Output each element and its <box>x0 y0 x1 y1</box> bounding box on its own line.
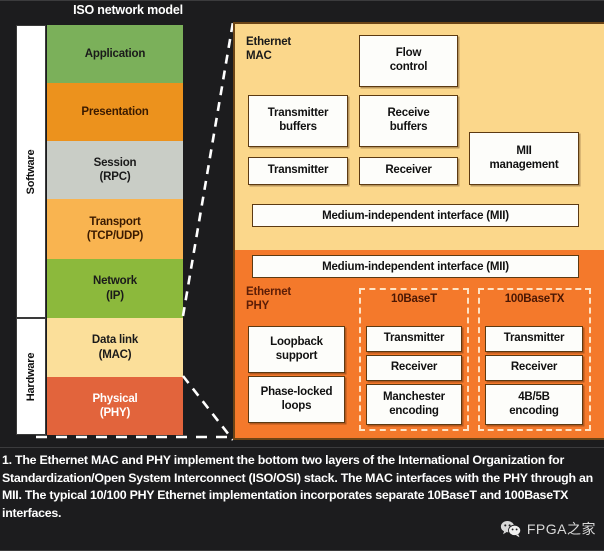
ethernet-phy-region: Medium-independent interface (MII) Ether… <box>233 250 604 440</box>
group-100basetx-title: 100BaseTX <box>504 293 565 305</box>
watermark: FPGA之家 <box>500 519 596 539</box>
block-receive-buffers[interactable]: Receive buffers <box>359 95 458 147</box>
iso-layer-label: Network (IP) <box>93 275 137 302</box>
block-mac-transmitter[interactable]: Transmitter <box>248 157 348 185</box>
ethernet-phy-label: Ethernet PHY <box>246 286 292 312</box>
block-10baset-receiver[interactable]: Receiver <box>366 355 462 381</box>
iso-layer-data-link[interactable]: Data link (MAC) <box>47 318 183 377</box>
iso-layer-list: Application Presentation Session (RPC) T… <box>47 25 183 435</box>
ethernet-mac-label: Ethernet MAC <box>246 36 292 62</box>
domain-label-hardware: Hardware <box>25 352 37 401</box>
mii-bar-mac[interactable]: Medium-independent interface (MII) <box>252 204 579 227</box>
iso-layer-session[interactable]: Session (RPC) <box>47 141 183 199</box>
mii-bar-phy[interactable]: Medium-independent interface (MII) <box>252 255 579 278</box>
block-transmitter-buffers[interactable]: Transmitter buffers <box>248 95 348 147</box>
iso-layer-label: Presentation <box>81 105 149 118</box>
caption-divider <box>0 447 604 448</box>
iso-layer-physical[interactable]: Physical (PHY) <box>47 377 183 435</box>
iso-layer-application[interactable]: Application <box>47 25 183 83</box>
group-10baset-title: 10BaseT <box>391 293 437 305</box>
iso-layer-label: Session (RPC) <box>93 156 137 183</box>
block-10baset-transmitter[interactable]: Transmitter <box>366 326 462 352</box>
wechat-icon <box>500 521 522 538</box>
domain-column-hardware: Hardware <box>16 318 46 435</box>
block-mac-receiver[interactable]: Receiver <box>359 157 458 185</box>
iso-layer-label: Data link (MAC) <box>91 334 139 361</box>
block-manchester-encoding[interactable]: Manchester encoding <box>366 384 462 425</box>
block-4b5b-encoding[interactable]: 4B/5B encoding <box>485 384 583 425</box>
frame-top-rule <box>0 0 604 1</box>
callout-line-upper <box>181 21 235 317</box>
iso-layer-presentation[interactable]: Presentation <box>47 83 183 141</box>
page-title: ISO network model <box>73 3 183 17</box>
block-phase-locked-loops[interactable]: Phase-locked loops <box>248 376 345 423</box>
ethernet-detail-panel: Ethernet MAC Flow control Transmitter bu… <box>233 22 604 440</box>
iso-layer-network[interactable]: Network (IP) <box>47 259 183 318</box>
block-100basetx-receiver[interactable]: Receiver <box>485 355 583 381</box>
domain-label-software: Software <box>25 149 37 194</box>
block-loopback-support[interactable]: Loopback support <box>248 326 345 373</box>
block-mii-management[interactable]: MII management <box>469 132 579 185</box>
block-100basetx-transmitter[interactable]: Transmitter <box>485 326 583 352</box>
iso-layer-transport[interactable]: Transport (TCP/UDP) <box>47 199 183 259</box>
iso-layer-label: Physical (PHY) <box>92 392 138 419</box>
iso-layer-label: Application <box>84 47 146 60</box>
figure-caption: 1. The Ethernet MAC and PHY implement th… <box>2 453 593 520</box>
block-flow-control[interactable]: Flow control <box>359 35 458 87</box>
watermark-text: FPGA之家 <box>526 521 596 537</box>
callout-line-lower <box>181 375 235 441</box>
domain-column-software: Software <box>16 25 46 318</box>
iso-layer-label: Transport (TCP/UDP) <box>86 215 144 242</box>
iso-network-model-stack: Software Hardware Application Presentati… <box>16 25 183 435</box>
ethernet-mac-phy-figure: ISO network model Software Hardware Appl… <box>0 0 604 551</box>
ethernet-mac-region: Ethernet MAC Flow control Transmitter bu… <box>233 22 604 250</box>
